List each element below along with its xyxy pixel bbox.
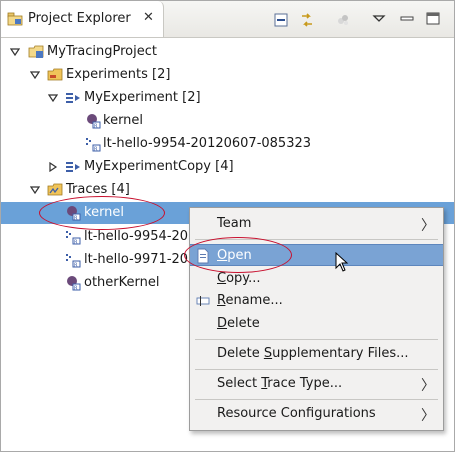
menu-separator [195,339,438,340]
menu-item-delete-supplementary-files[interactable]: Delete Supplementary Files... [190,343,443,365]
menu-separator [195,369,438,370]
tree-label: Traces [4] [66,182,130,197]
expanded-arrow-icon[interactable] [10,47,20,57]
menu-item-select-trace-type[interactable]: Select Trace Type... 〉 [190,373,443,395]
collapse-all-icon[interactable] [273,12,289,28]
ust-trace-icon: R [66,231,81,246]
experiment-icon [66,93,80,103]
tree-label: MyExperimentCopy [4] [84,159,234,174]
svg-text:R: R [74,263,78,269]
tree-label: Experiments [2] [66,67,171,82]
link-with-editor-icon[interactable] [299,12,315,28]
project-explorer-tab[interactable]: Project Explorer ✕ [1,1,164,37]
menu-item-label: Team [217,216,252,231]
tree-label: kernel [103,113,144,128]
annotation-ellipse-open [184,237,292,273]
submenu-arrow-icon: 〉 [421,408,435,424]
kernel-trace-icon: R [67,276,81,292]
tree-label: lt-hello-9971-201 [84,252,197,267]
experiment-icon [66,162,80,172]
tree-item-experiments-folder[interactable]: Experiments [2] [1,64,454,86]
maximize-icon[interactable] [425,11,441,27]
close-icon[interactable]: ✕ [143,10,154,25]
tree-item-trace[interactable]: R lt-hello-9954-20120607-085323 [1,133,454,155]
menu-item-team[interactable]: Team 〉 [190,213,443,235]
submenu-arrow-icon: 〉 [421,378,435,394]
mouse-pointer-icon [335,252,349,272]
annotation-ellipse-kernel [39,196,165,230]
project-explorer-icon [7,12,23,26]
project-explorer-view: Project Explorer ✕ MyTracingProject Expe… [0,0,455,452]
menu-item-label: Rename... [217,293,283,308]
tree-label: lt-hello-9954-201 [84,229,197,244]
tree-label: otherKernel [84,275,160,290]
menu-item-label: Select Trace Type... [217,376,343,391]
menu-item-label: Copy... [217,271,261,286]
svg-text:R: R [74,240,78,246]
menu-item-delete[interactable]: Delete [190,313,443,335]
minimize-icon[interactable] [399,11,415,27]
menu-item-label: Delete Supplementary Files... [217,346,409,361]
menu-item-resource-configurations[interactable]: Resource Configurations 〉 [190,403,443,425]
tree-label: MyExperiment [2] [84,90,201,105]
submenu-arrow-icon: 〉 [421,218,435,234]
expanded-arrow-icon[interactable] [30,70,40,80]
tree-label: lt-hello-9954-20120607-085323 [103,136,312,151]
filter-icon[interactable] [335,12,351,28]
tree-item-experiment[interactable]: MyExperimentCopy [4] [1,156,454,178]
svg-text:R: R [94,147,98,153]
expanded-arrow-icon[interactable] [48,93,58,103]
traces-folder-icon [47,183,63,196]
view-title-bar: Project Explorer ✕ [1,1,454,38]
rename-icon [196,296,210,306]
tree-item-trace[interactable]: R kernel [1,110,454,132]
experiments-folder-icon [47,68,63,81]
ust-trace-icon: R [86,138,101,153]
expanded-arrow-icon[interactable] [30,185,40,195]
tree-label: MyTracingProject [47,44,157,59]
collapsed-arrow-icon[interactable] [48,162,58,172]
view-title: Project Explorer [28,11,131,26]
menu-separator [195,399,438,400]
tracing-project-icon [28,45,44,58]
svg-text:R: R [94,124,98,130]
tree-item-experiment[interactable]: MyExperiment [2] [1,87,454,109]
tree-item-project[interactable]: MyTracingProject [1,41,454,63]
menu-item-label: Resource Configurations [217,406,376,421]
view-menu-chevron-icon[interactable] [371,11,387,27]
ust-trace-icon: R [66,254,81,269]
svg-text:R: R [74,286,78,292]
menu-item-label: Delete [217,316,260,331]
menu-item-rename[interactable]: Rename... [190,290,443,312]
kernel-trace-icon: R [87,114,101,130]
